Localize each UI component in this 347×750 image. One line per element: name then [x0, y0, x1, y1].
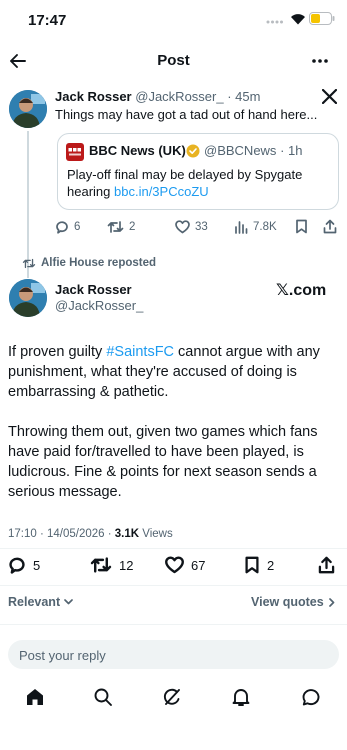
- embed-meta: @BBCNews · 1h: [204, 143, 302, 158]
- verified-badge-icon: [186, 144, 200, 158]
- divider: [0, 585, 347, 586]
- embed-source-name: BBC News (UK): [89, 143, 186, 158]
- share-button[interactable]: [323, 219, 337, 234]
- bookmark-icon: [245, 556, 259, 574]
- author-handle: @JackRosser_: [55, 298, 144, 313]
- avatar[interactable]: [9, 279, 47, 317]
- repost-label[interactable]: Alfie House reposted: [41, 257, 156, 269]
- reply-icon: [9, 557, 25, 574]
- post-paragraph: Throwing them out, given two games which…: [8, 424, 318, 500]
- page-title: Post: [157, 52, 190, 69]
- like-button[interactable]: 33: [175, 220, 208, 234]
- nav-grok-button[interactable]: [162, 687, 182, 707]
- embed-time: · 1h: [280, 143, 303, 158]
- status-bar: 17:47: [0, 0, 347, 44]
- reply-input[interactable]: Post your reply: [8, 640, 339, 669]
- x-brand-label: 𝕏.com: [276, 282, 327, 299]
- repost-button[interactable]: 12: [90, 556, 133, 574]
- repost-icon: [22, 258, 36, 268]
- share-button[interactable]: [318, 556, 335, 574]
- post-text: Things may have got a tad out of hand he…: [55, 107, 318, 122]
- embed-text: Play-off final may be delayed by Spygate…: [67, 167, 303, 199]
- reply-placeholder: Post your reply: [19, 648, 106, 663]
- like-button[interactable]: 67: [165, 556, 205, 574]
- author-name[interactable]: Jack Rosser: [55, 89, 132, 104]
- bookmark-icon: [296, 219, 307, 234]
- share-icon: [318, 556, 335, 574]
- avatar[interactable]: [9, 90, 47, 128]
- view-quotes-label: View quotes: [251, 595, 324, 609]
- bbc-logo-icon: [66, 143, 84, 161]
- x-logo-icon: [322, 89, 337, 104]
- more-options-button[interactable]: [310, 52, 334, 70]
- views-button[interactable]: 7.8K: [234, 220, 277, 234]
- divider: [0, 548, 347, 549]
- chevron-right-icon: [328, 597, 335, 607]
- views-count: 3.1K: [114, 528, 140, 540]
- views-label: Views: [139, 528, 173, 540]
- share-icon: [323, 219, 337, 234]
- repost-indicator: Alfie House reposted: [22, 257, 156, 269]
- post-paragraph: If proven guilty #SaintsFC cannot argue …: [8, 344, 320, 400]
- post-action-bar: 6 2 33 7.8K: [55, 218, 340, 236]
- chevron-down-icon: [64, 599, 73, 605]
- post-body: If proven guilty #SaintsFC cannot argue …: [8, 342, 340, 502]
- search-icon: [94, 688, 112, 706]
- sort-dropdown[interactable]: Relevant: [8, 595, 73, 609]
- nav-home-button[interactable]: [25, 687, 45, 707]
- post-time: · 45m: [227, 89, 261, 104]
- heart-icon: [175, 220, 190, 234]
- repost-icon: [107, 221, 124, 233]
- post-action-bar: 5 12 67 2: [8, 555, 338, 577]
- embed-link[interactable]: bbc.in/3PCcoZU: [114, 184, 209, 199]
- more-icon: [312, 59, 328, 63]
- heart-icon: [165, 556, 184, 574]
- grok-icon: [163, 688, 180, 705]
- nav-notifications-button[interactable]: [231, 687, 251, 707]
- divider: [0, 624, 347, 625]
- embed-header: BBC News (UK): [89, 143, 186, 158]
- nav-messages-button[interactable]: [301, 687, 321, 707]
- bookmark-button[interactable]: [295, 219, 308, 234]
- view-quotes-link[interactable]: View quotes: [251, 595, 335, 609]
- reply-button[interactable]: 5: [8, 556, 40, 574]
- sort-label: Relevant: [8, 595, 61, 609]
- battery-icon: [309, 12, 335, 25]
- wifi-icon: [290, 13, 306, 25]
- bell-icon: [232, 689, 250, 706]
- repost-icon: [90, 557, 112, 573]
- repost-button[interactable]: 2: [107, 220, 135, 234]
- reply-icon: [56, 221, 68, 234]
- post-timestamp: 17:10 · 14/05/2026 ·: [8, 528, 115, 540]
- reply-button[interactable]: 6: [55, 220, 80, 234]
- post-header: Jack Rosser @JackRosser_ · 45m: [55, 89, 260, 104]
- message-icon: [302, 689, 320, 706]
- post-meta: 17:10 · 14/05/2026 · 3.1K Views: [8, 528, 173, 540]
- nav-search-button[interactable]: [93, 687, 113, 707]
- signal-dots-icon: [266, 20, 286, 24]
- embed-source-handle: @BBCNews: [204, 143, 277, 158]
- bottom-nav: [0, 680, 347, 750]
- quoted-card[interactable]: BBC News (UK) @BBCNews · 1h Play-off fin…: [57, 133, 339, 210]
- author-handle: @JackRosser_: [135, 89, 224, 104]
- home-icon: [27, 689, 43, 705]
- hashtag-link[interactable]: #SaintsFC: [106, 344, 174, 360]
- author-name[interactable]: Jack Rosser: [55, 282, 132, 297]
- views-chart-icon: [235, 221, 248, 234]
- thread-line: [27, 131, 29, 278]
- status-time: 17:47: [28, 12, 67, 29]
- bookmark-button[interactable]: 2: [244, 556, 274, 574]
